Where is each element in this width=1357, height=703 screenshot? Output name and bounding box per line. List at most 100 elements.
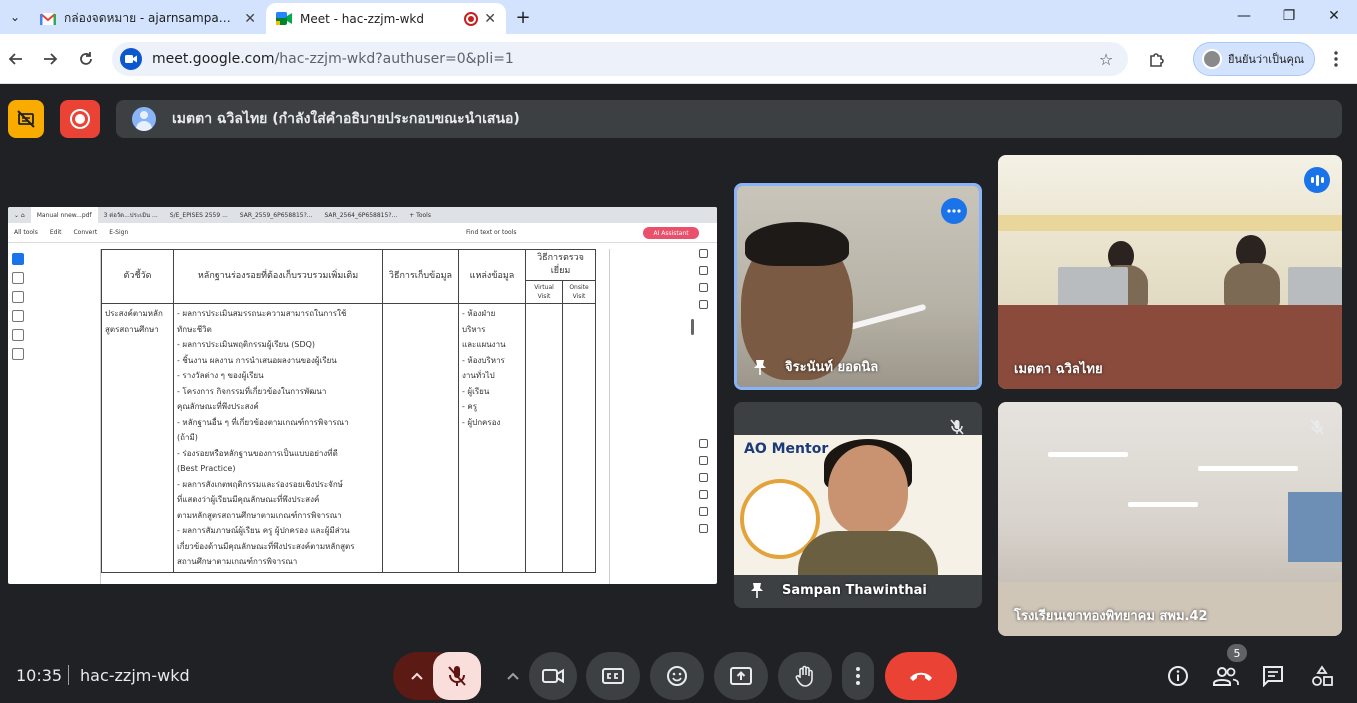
avatar [1202,49,1222,69]
cell-line: - ผู้ปกครอง [462,417,501,427]
page-nav-icon [699,439,708,448]
chat-button[interactable] [1257,660,1289,692]
extensions-button[interactable] [1145,47,1169,71]
browser-toolbar: meet.google.com/hac-zzjm-wkd?authuser=0&… [0,34,1357,84]
onsite-cell [561,303,597,573]
pdf-menu-bar: All tools Edit Convert E-Sign Find text … [8,223,717,243]
cell-line: - ผู้เรียน [462,386,490,396]
browser-menu-button[interactable] [1324,47,1348,71]
participant-name-row: Sampan Thawinthai [750,582,927,598]
present-to-all-icon [730,667,752,685]
leave-call-button[interactable] [885,652,957,700]
pdf-menu-item: Edit [49,229,62,236]
url-text: meet.google.com/hac-zzjm-wkd?authuser=0&… [152,51,1094,67]
reactions-button[interactable] [650,652,704,700]
table-row: ประสงค์ตามหลัก สูตรสถานศึกษา - ผลการประเ… [101,303,597,573]
shared-tab: + Tools [409,211,431,219]
forward-button[interactable] [38,47,62,71]
ai-assistant-button: AI Assistant [643,227,699,239]
participant-name: เมตตา ฉวิลไทย [1014,362,1103,377]
pdf-page: ตัวชี้วัด หลักฐานร่องรอยที่ต้องเก็บรวบรว… [100,249,610,584]
tab-search-chevron-icon[interactable]: ⌄ [4,6,26,28]
shared-tab: SAR_2559_6P658815?... [239,211,313,219]
url-host: meet.google.com [152,51,275,67]
participant-name-row: โรงเรียนเขาทองพิทยาคม สพม.42 [1014,605,1208,626]
header-evidence: หลักฐานร่องรอยที่ต้องเก็บรวบรวมเพิ่มเติม [173,249,383,304]
pdf-left-toolbar [12,253,30,367]
chevron-up-icon [507,672,519,680]
participant-tile[interactable]: จิระนันท์ ยอดนิล [734,183,982,390]
meeting-code: hac-zzjm-wkd [80,666,190,685]
bookmark-star-icon[interactable]: ☆ [1094,50,1118,69]
video-banner-title: AO Mentor [744,441,829,457]
participant-name-row: จิระนันท์ ยอดนิล [753,356,878,377]
video-detail [1224,263,1280,311]
video-detail [798,531,938,575]
activities-button[interactable] [1306,660,1338,692]
more-options-button[interactable] [941,198,967,224]
people-button[interactable] [1210,660,1242,692]
pen-tool-icon [12,291,24,303]
arrow-right-icon [44,53,58,65]
close-icon[interactable]: ✕ [244,11,256,27]
browser-tab-meet[interactable]: Meet - hac-zzjm-wkd ✕ [266,3,506,34]
video-off-icon [17,110,35,128]
text-tool-icon [12,329,24,341]
video-detail [1198,466,1298,471]
back-button[interactable] [4,47,28,71]
cell-line: (Best Practice) [177,464,236,473]
cell-line: สูตรสถานศึกษา [105,324,159,334]
captions-button[interactable] [586,652,640,700]
minimize-button[interactable]: — [1222,4,1266,28]
record-icon [70,109,90,129]
participant-tile[interactable]: AO Mentor Sampan Thawinthai [734,402,982,608]
cell-line: - หลักฐานอื่น ๆ ที่เกี่ยวข้องตามเกณฑ์การ… [177,417,349,427]
chevron-up-icon [411,672,423,680]
more-options-button[interactable] [842,652,874,700]
restore-button[interactable]: ❐ [1267,4,1311,28]
cell-line: - ครู [462,402,478,411]
camera-button[interactable] [529,652,577,700]
cursor-tool-icon [12,253,24,265]
refresh-icon [699,490,708,499]
microphone-controls [393,652,481,700]
browser-tab-gmail[interactable]: กล่องจดหมาย - ajarnsampan@gm ✕ [30,3,266,34]
meeting-details-button[interactable] [1162,660,1194,692]
recording-button[interactable] [60,100,100,138]
people-count-badge: 5 [1227,644,1247,662]
participant-name: Sampan Thawinthai [782,582,927,598]
header-visit: วิธีการตรวจเยี่ยม [524,249,597,281]
presenter-caption: เมตตา ฉวิลไทย (กำลังใส่คำอธิบายประกอบขณะ… [172,111,520,127]
new-tab-button[interactable]: + [512,6,534,28]
cell-line: - ชิ้นงาน ผลงาน การนำเสนอผลงานของผู้เรีย… [177,355,337,365]
shared-tab: ⌄ ⌂ [14,211,25,219]
participant-tile[interactable]: โรงเรียนเขาทองพิทยาคม สพม.42 [998,402,1342,636]
method-cell [382,303,459,573]
video-options-button[interactable] [497,652,529,700]
source-cell: - ห้องฝ่าย บริหาร และแผนงาน - ห้องบริหาร… [458,303,526,573]
reload-button[interactable] [74,47,98,71]
microphone-button[interactable] [433,652,481,700]
raise-hand-button[interactable] [778,652,832,700]
tool-icon [699,283,708,292]
pin-icon [751,583,763,598]
site-info-icon[interactable] [120,48,142,70]
cell-line: งานทั่วไป [462,371,495,380]
video-detail [1288,492,1342,562]
participant-tile[interactable]: เมตตา ฉวิลไทย [998,155,1342,389]
profile-chip[interactable]: ยืนยันว่าเป็นคุณ [1193,42,1315,76]
cell-line: และแผนงาน [462,340,506,349]
close-icon[interactable]: ✕ [484,11,496,27]
cell-line: ตามหลักสูตรสถานศึกษาตามเกณฑ์การพิจารณา [177,510,342,520]
video-detail [828,445,908,535]
present-screen-button[interactable] [714,652,768,700]
video-detail [1048,452,1128,457]
chevron-up-icon [699,456,708,465]
recording-icon [464,11,479,26]
pin-icon [754,359,766,375]
close-window-button[interactable]: ✕ [1312,4,1356,28]
captions-off-button[interactable] [8,100,44,138]
cell-line: ประสงค์ตามหลัก [105,309,163,318]
video-detail [998,215,1342,231]
address-bar[interactable]: meet.google.com/hac-zzjm-wkd?authuser=0&… [112,42,1128,76]
